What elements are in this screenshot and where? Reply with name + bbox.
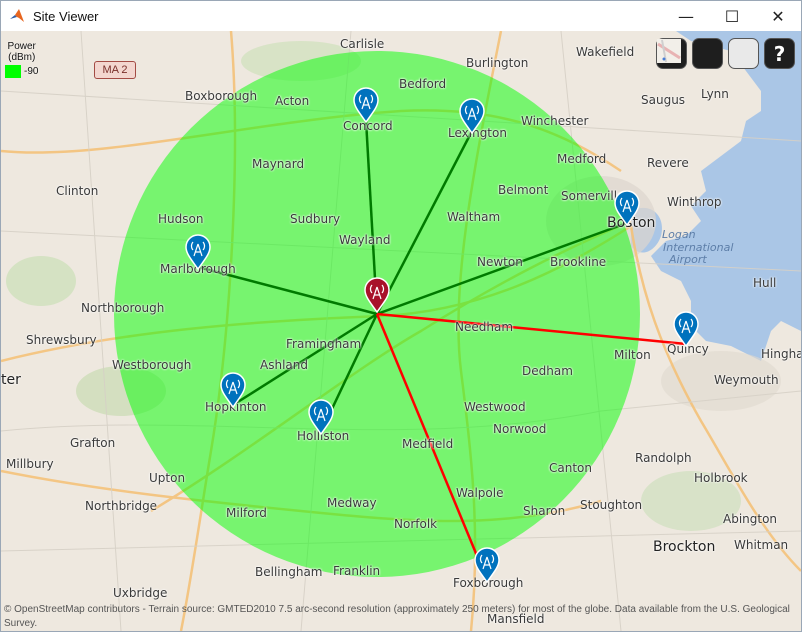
place-label: Hull bbox=[753, 276, 777, 290]
place-label: Saugus bbox=[641, 93, 686, 107]
place-label: Belmont bbox=[498, 183, 549, 197]
close-button[interactable]: ✕ bbox=[755, 1, 801, 31]
receiver-pin-icon[interactable] bbox=[219, 372, 247, 408]
place-label: Newton bbox=[477, 255, 523, 269]
receiver-pin-icon[interactable] bbox=[352, 87, 380, 123]
place-label: Winchester bbox=[521, 114, 589, 128]
place-label: Canton bbox=[549, 461, 592, 475]
place-label: Norfolk bbox=[394, 517, 438, 531]
place-label: Shrewsbury bbox=[26, 333, 97, 347]
receiver-pin-icon[interactable] bbox=[473, 547, 501, 583]
place-label: Medfield bbox=[402, 437, 454, 451]
place-label: Holbrook bbox=[694, 471, 748, 485]
place-label: Lynn bbox=[701, 87, 729, 101]
place-label: Carlisle bbox=[340, 37, 385, 51]
map-view[interactable]: MA 2 Carlisle Wakefield Burlington Bedfo… bbox=[1, 31, 801, 631]
maximize-button[interactable]: ☐ bbox=[709, 1, 755, 31]
matlab-logo-icon bbox=[10, 9, 24, 22]
place-label: Hingha bbox=[761, 347, 801, 361]
map-toolbar: ? bbox=[656, 38, 795, 69]
receiver-pin-icon[interactable] bbox=[613, 190, 641, 226]
help-icon: ? bbox=[773, 41, 786, 66]
place-label: Sharon bbox=[523, 504, 566, 518]
place-label: Medway bbox=[327, 496, 377, 510]
place-label: Weymouth bbox=[714, 373, 779, 387]
place-label: Bedford bbox=[399, 77, 447, 91]
basemap-button[interactable] bbox=[657, 38, 759, 69]
place-label: Franklin bbox=[333, 564, 381, 578]
place-label: Hudson bbox=[158, 212, 204, 226]
place-label: Medford bbox=[557, 152, 607, 166]
place-label: Uxbridge bbox=[113, 586, 168, 600]
legend-title: Power (dBm) bbox=[7, 41, 36, 63]
place-label: Stoughton bbox=[580, 498, 643, 512]
place-label: Milton bbox=[614, 348, 651, 362]
airport-label: Logan bbox=[662, 228, 696, 241]
power-legend: Power (dBm) -90 bbox=[5, 41, 38, 78]
place-label: Framingham bbox=[286, 337, 362, 351]
map-attribution: © OpenStreetMap contributors - Terrain s… bbox=[4, 604, 790, 629]
help-button[interactable]: ? bbox=[764, 38, 795, 69]
place-label: Northborough bbox=[81, 301, 165, 315]
place-label: Grafton bbox=[70, 436, 116, 450]
place-label: Dedham bbox=[522, 364, 573, 378]
route-shield: MA 2 bbox=[94, 61, 136, 79]
title-bar: Site Viewer — ☐ ✕ bbox=[1, 1, 801, 31]
place-label: Randolph bbox=[635, 451, 692, 465]
place-label: Clinton bbox=[56, 184, 99, 198]
place-label: Walpole bbox=[456, 486, 504, 500]
place-label: Needham bbox=[455, 320, 514, 334]
place-label: Millbury bbox=[6, 457, 54, 471]
place-label: Upton bbox=[149, 471, 186, 485]
window-title: Site Viewer bbox=[33, 8, 99, 24]
place-label: Waltham bbox=[447, 210, 501, 224]
place-label: Westborough bbox=[112, 358, 192, 372]
place-label: Westwood bbox=[464, 400, 526, 414]
receiver-pin-icon[interactable] bbox=[672, 311, 700, 347]
place-label: Wayland bbox=[339, 233, 391, 247]
place-label: Bellingham bbox=[255, 565, 323, 579]
place-label: ter bbox=[1, 372, 21, 388]
place-label: Milford bbox=[226, 506, 267, 520]
airport-label: Airport bbox=[669, 253, 707, 266]
place-label: Sudbury bbox=[290, 212, 341, 226]
place-label: Ashland bbox=[260, 358, 308, 372]
place-label: Maynard bbox=[252, 157, 305, 171]
receiver-pin-icon[interactable] bbox=[458, 98, 486, 134]
place-label: Brockton bbox=[653, 539, 716, 555]
place-label: Boxborough bbox=[185, 89, 258, 103]
transmitter-pin-icon[interactable] bbox=[363, 277, 391, 313]
place-label: Wakefield bbox=[576, 45, 635, 59]
globe-button[interactable] bbox=[657, 38, 723, 69]
place-label: Norwood bbox=[493, 422, 547, 436]
place-label: Acton bbox=[275, 94, 310, 108]
basemap-picker-icon bbox=[657, 39, 681, 63]
receiver-pin-icon[interactable] bbox=[184, 234, 212, 270]
minimize-button[interactable]: — bbox=[663, 1, 709, 31]
place-label: Abington bbox=[723, 512, 778, 526]
place-label: Revere bbox=[647, 156, 689, 170]
place-label: Brookline bbox=[550, 255, 607, 269]
legend-swatch bbox=[5, 65, 21, 78]
legend-value: -90 bbox=[24, 66, 39, 77]
receiver-pin-icon[interactable] bbox=[307, 399, 335, 435]
place-label: Burlington bbox=[466, 56, 529, 70]
place-label: Northbridge bbox=[85, 499, 158, 513]
site-viewer-window: Site Viewer — ☐ ✕ MA 2 Carlisle Wakefiel… bbox=[0, 0, 802, 632]
place-label: Whitman bbox=[734, 538, 789, 552]
place-label: Winthrop bbox=[667, 195, 722, 209]
